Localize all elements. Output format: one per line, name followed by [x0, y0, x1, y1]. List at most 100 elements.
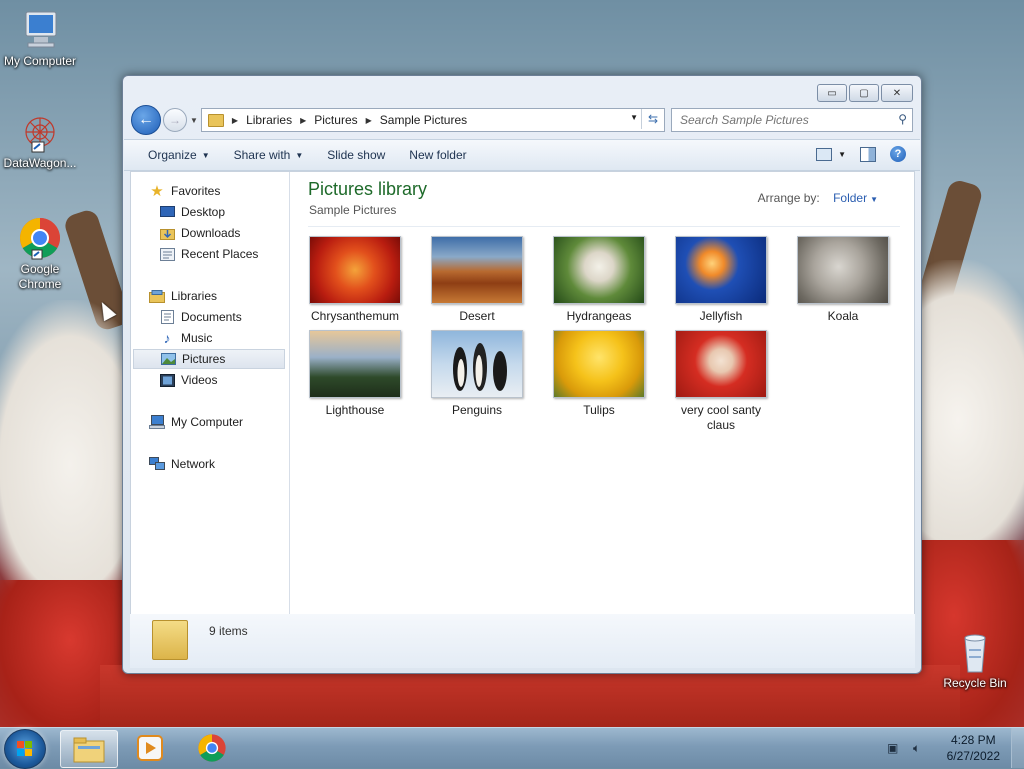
refresh-icon: ⇆	[647, 112, 659, 126]
change-view-button[interactable]: ▼	[816, 147, 846, 161]
show-desktop-button[interactable]	[1011, 728, 1024, 768]
hydrangeas-image	[553, 236, 645, 304]
thumbnail-item[interactable]: Penguins	[422, 330, 532, 418]
thumbnail-label: Lighthouse	[325, 403, 385, 417]
thumbnail-item[interactable]: very cool santy claus	[666, 330, 776, 433]
address-bar[interactable]: ▶ Libraries ▶ Pictures ▶ Sample Pictures…	[200, 108, 665, 132]
refresh-button[interactable]: ⇆	[641, 109, 664, 129]
item-count: 9 items	[209, 624, 248, 638]
breadcrumb-libraries[interactable]: Libraries	[246, 113, 292, 127]
chevron-right-icon[interactable]: ▶	[232, 116, 238, 125]
close-button[interactable]: ✕	[881, 84, 913, 102]
preview-pane-icon[interactable]	[860, 146, 876, 162]
desktop-icon-datawagon[interactable]: DataWagon...	[0, 110, 80, 171]
start-button[interactable]	[4, 729, 46, 769]
desktop-icon-label: My Computer	[3, 54, 77, 68]
desktop-icon-google-chrome[interactable]: Google Chrome	[0, 216, 80, 292]
system-tray: ▣ 🔈︎ 4:28 PM 6/27/2022	[885, 728, 1016, 768]
nav-item-downloads[interactable]: Downloads	[159, 223, 240, 243]
minimize-button[interactable]: ▭	[817, 84, 847, 102]
thumbnail-label: Hydrangeas	[566, 309, 632, 323]
library-subtitle: Sample Pictures	[309, 203, 397, 217]
arrange-by: Arrange by: Folder ▼	[758, 191, 878, 205]
thumbnail-label: very cool santy claus	[680, 403, 762, 432]
folder-icon	[152, 620, 188, 660]
thumbnail-item[interactable]: Koala	[788, 236, 898, 324]
nav-item-music[interactable]: ♪ Music	[159, 328, 213, 348]
new-folder-button[interactable]: New folder	[409, 148, 466, 162]
taskbar-media-player[interactable]	[122, 730, 178, 766]
network-icon[interactable]: ▣	[885, 741, 901, 755]
windows-logo-icon	[17, 741, 32, 756]
slide-show-button[interactable]: Slide show	[327, 148, 385, 162]
arrange-by-dropdown[interactable]: Folder	[833, 191, 867, 205]
thumbnail-item[interactable]: Hydrangeas	[544, 236, 654, 324]
background-decor	[0, 580, 140, 730]
thumbnail-item[interactable]: Lighthouse	[300, 330, 410, 418]
lighthouse-image	[309, 330, 401, 398]
koala-image	[797, 236, 889, 304]
chevron-down-icon: ▼	[295, 150, 304, 160]
chevron-right-icon[interactable]: ▶	[366, 116, 372, 125]
nav-item-pictures[interactable]: Pictures	[133, 349, 285, 369]
nav-item-documents[interactable]: Documents	[159, 307, 242, 327]
chevron-down-icon[interactable]: ▼	[630, 113, 638, 122]
music-icon: ♪	[163, 330, 171, 346]
details-pane: 9 items	[130, 614, 915, 668]
pictures-icon	[160, 352, 176, 366]
explorer-window: ▭ ▢ ✕ ← → ▼ ▶ Libraries ▶ Pictures ▶ Sam…	[122, 75, 922, 674]
chevron-down-icon[interactable]: ▼	[870, 195, 878, 204]
network-icon	[149, 457, 165, 471]
nav-item-desktop[interactable]: Desktop	[159, 202, 225, 222]
thumbnail-label: Koala	[827, 309, 859, 323]
back-button[interactable]: ←	[131, 105, 161, 135]
nav-item-favorites[interactable]: ★ Favorites	[149, 181, 220, 201]
nav-item-label: Downloads	[181, 226, 241, 240]
search-icon[interactable]: ⚲	[898, 112, 907, 126]
computer-icon	[149, 415, 165, 429]
thumbnail-item[interactable]: Chrysanthemum	[300, 236, 410, 324]
recent-places-icon	[159, 247, 175, 261]
thumbnail-label: Tulips	[583, 403, 615, 417]
libraries-icon	[149, 289, 165, 303]
star-icon: ★	[150, 183, 164, 200]
volume-icon[interactable]: 🔈︎	[909, 741, 925, 755]
thumbnail-label: Jellyfish	[699, 309, 743, 323]
media-player-icon	[137, 735, 163, 761]
share-with-menu[interactable]: Share with ▼	[234, 148, 304, 162]
desert-image	[431, 236, 523, 304]
forward-button[interactable]: →	[163, 108, 187, 132]
thumbnail-item[interactable]: Tulips	[544, 330, 654, 418]
thumbnail-item[interactable]: Desert	[422, 236, 532, 324]
nav-item-recent-places[interactable]: Recent Places	[159, 244, 258, 264]
organize-menu[interactable]: Organize ▼	[148, 148, 210, 162]
recycle-bin-icon	[953, 630, 997, 674]
santa-claus-image	[675, 330, 767, 398]
nav-item-label: Recent Places	[181, 247, 259, 261]
folder-icon	[73, 737, 105, 763]
nav-item-libraries[interactable]: Libraries	[149, 286, 217, 306]
taskbar-chrome[interactable]	[184, 730, 240, 766]
clock[interactable]: 4:28 PM 6/27/2022	[947, 732, 1000, 764]
recent-pages-dropdown[interactable]: ▼	[190, 116, 198, 125]
thumbnail-item[interactable]: Jellyfish	[666, 236, 776, 324]
command-bar: Organize ▼ Share with ▼ Slide show New fol…	[124, 139, 920, 171]
folder-icon	[207, 113, 224, 127]
arrow-right-icon: →	[169, 113, 181, 127]
nav-item-videos[interactable]: Videos	[159, 370, 217, 390]
chevron-down-icon: ▼	[838, 149, 846, 159]
window-controls: ▭ ▢ ✕	[817, 84, 913, 102]
breadcrumb-sample-pictures[interactable]: Sample Pictures	[380, 113, 467, 127]
maximize-button[interactable]: ▢	[849, 84, 879, 102]
nav-item-my-computer[interactable]: My Computer	[149, 412, 243, 432]
search-input[interactable]	[678, 112, 882, 128]
taskbar-explorer[interactable]	[60, 730, 118, 768]
nav-item-network[interactable]: Network	[149, 454, 215, 474]
chevron-right-icon[interactable]: ▶	[300, 116, 306, 125]
taskbar: ▣ 🔈︎ 4:28 PM 6/27/2022	[0, 727, 1024, 769]
desktop-icon-my-computer[interactable]: My Computer	[0, 8, 80, 69]
breadcrumb-pictures[interactable]: Pictures	[314, 113, 357, 127]
desktop-icon-recycle-bin[interactable]: Recycle Bin	[935, 630, 1015, 691]
help-icon[interactable]: ?	[890, 146, 906, 162]
tulips-image	[553, 330, 645, 398]
